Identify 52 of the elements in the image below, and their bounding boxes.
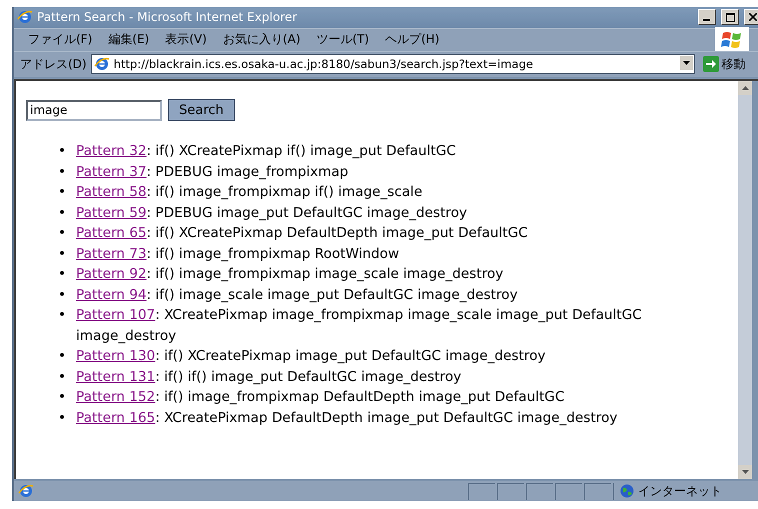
menu-item[interactable]: 編集(E) bbox=[100, 31, 158, 48]
bullet: • bbox=[58, 183, 68, 202]
menu-item[interactable]: ヘルプ(H) bbox=[377, 31, 448, 48]
pattern-entry: Pattern 92: if() image_frompixmap image_scale image_destroy bbox=[76, 265, 504, 284]
menu-item[interactable]: ツール(T) bbox=[308, 31, 378, 48]
pattern-entry: Pattern 58: if() image_frompixmap if() image_scale bbox=[76, 183, 422, 202]
pattern-entry: Pattern 65: if() XCreatePixmap DefaultDepth image_put DefaultGC bbox=[76, 224, 528, 244]
bullet: • bbox=[58, 286, 68, 305]
menu-item[interactable]: ファイル(F) bbox=[20, 31, 100, 48]
pattern-entry: Pattern 73: if() image_frompixmap RootWindow bbox=[76, 244, 400, 264]
window-title: Pattern Search - Microsoft Internet Explorer bbox=[37, 10, 298, 24]
address-label: アドレス(D) bbox=[20, 56, 87, 73]
pattern-link[interactable]: Pattern 152 bbox=[76, 389, 156, 406]
pattern-entry: Pattern 165: XCreatePixmap DefaultDepth image_put DefaultGC image_destroy bbox=[76, 408, 618, 428]
pattern-link[interactable]: Pattern 59 bbox=[76, 204, 147, 221]
pattern-entry: Pattern 37: PDEBUG image_frompixmap bbox=[76, 162, 348, 182]
zone-label: インターネット bbox=[638, 482, 722, 500]
bullet: • bbox=[58, 408, 68, 428]
bullet: • bbox=[58, 368, 68, 387]
bullet: • bbox=[58, 265, 68, 284]
pattern-entry: Pattern 32: if() XCreatePixmap if() image_put DefaultGC bbox=[76, 142, 456, 162]
bullet: • bbox=[58, 204, 68, 223]
pattern-entry: Pattern 130: if() XCreatePixmap image_put DefaultGC image_destroy bbox=[76, 347, 546, 366]
pattern-entry: Pattern 94: if() image_scale image_put DefaultGC image_destroy bbox=[76, 286, 518, 305]
menu-item[interactable]: 表示(V) bbox=[157, 31, 215, 48]
pattern-entry: Pattern 131: if() if() image_put DefaultGC image_destroy bbox=[76, 368, 462, 387]
pattern-link[interactable]: Pattern 131 bbox=[76, 368, 156, 385]
pattern-link[interactable]: Pattern 92 bbox=[76, 266, 147, 282]
go-button[interactable]: 移動 bbox=[702, 56, 746, 73]
bullet: • bbox=[58, 347, 68, 366]
pattern-entry: Pattern 152: if() image_frompixmap DefaultDepth image_put DefaultGC bbox=[76, 388, 564, 408]
pattern-link[interactable]: Pattern 165 bbox=[76, 410, 156, 426]
bullet: • bbox=[58, 142, 68, 162]
menu-item[interactable]: お気に入り(A) bbox=[214, 31, 308, 48]
bullet: • bbox=[58, 306, 68, 326]
pattern-link[interactable]: Pattern 65 bbox=[76, 225, 147, 242]
pattern-entry: Pattern 59: PDEBUG image_put DefaultGC image_destroy bbox=[76, 204, 468, 223]
pattern-link[interactable]: Pattern 32 bbox=[76, 143, 147, 160]
bullet: • bbox=[58, 162, 68, 182]
pattern-link[interactable]: Pattern 107 bbox=[76, 307, 156, 324]
pattern-link[interactable]: Pattern 58 bbox=[76, 184, 147, 200]
pattern-link[interactable]: Pattern 130 bbox=[76, 348, 156, 364]
pattern-entry: Pattern 107: XCreatePixmap image_frompixmap image_scale image_put DefaultGC image_destroy bbox=[76, 306, 643, 346]
search-field[interactable]: image bbox=[26, 100, 162, 121]
address-field[interactable]: http://blackrain.ics.es.osaka-u.ac.jp:8180/sabun3/search.jsp?text=image bbox=[90, 54, 695, 74]
pattern-link[interactable]: Pattern 73 bbox=[76, 246, 147, 262]
pattern-link[interactable]: Pattern 37 bbox=[76, 164, 147, 180]
bullet: • bbox=[58, 388, 68, 408]
bullet: • bbox=[58, 244, 68, 264]
search-button[interactable]: Search bbox=[168, 99, 235, 122]
pattern-link[interactable]: Pattern 94 bbox=[76, 286, 147, 303]
bullet: • bbox=[58, 224, 68, 244]
